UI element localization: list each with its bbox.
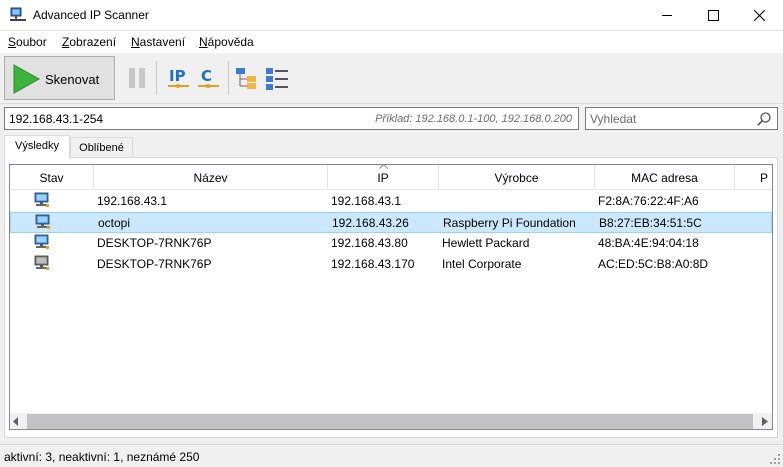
table-row[interactable]: DESKTOP-7RNK76P 192.168.43.80 Hewlett Pack…	[10, 233, 772, 254]
results-list[interactable]: Stav Název IP Výrobce MAC adresa P 192.1…	[9, 164, 773, 430]
table-row[interactable]: octopi 192.168.43.26 Raspberry Pi Foundati…	[10, 212, 772, 233]
tab-favorites[interactable]: Oblíbené	[70, 137, 133, 158]
cell-ip: 192.168.43.170	[331, 257, 415, 271]
expand-tree-button[interactable]	[235, 65, 259, 91]
cell-vendor: Raspberry Pi Foundation	[443, 216, 576, 230]
menu-bar: Soubor Zobrazení Nastavení Nápověda	[0, 31, 783, 53]
ip-range-value: 192.168.43.1-254	[9, 112, 104, 126]
maximize-icon	[708, 10, 719, 21]
resize-grip-icon[interactable]	[769, 453, 781, 465]
scroll-thumb[interactable]	[27, 414, 753, 429]
ip-range-input[interactable]: 192.168.43.1-254 Příklad: 192.168.0.1-10…	[4, 107, 579, 130]
computer-offline-icon	[34, 255, 49, 270]
computer-online-icon	[35, 214, 50, 229]
column-mac[interactable]: MAC adresa	[595, 165, 735, 190]
ip-icon: IP	[168, 67, 189, 88]
ip-range-hint: Příklad: 192.168.0.1-100, 192.168.0.200	[375, 113, 572, 125]
scan-button[interactable]: Skenovat	[4, 56, 115, 100]
expand-tree-icon	[236, 68, 256, 89]
cell-name: DESKTOP-7RNK76P	[97, 236, 212, 250]
cell-mac: F2:8A:76:22:4F:A6	[598, 194, 699, 208]
minimize-icon	[662, 15, 672, 16]
column-name[interactable]: Název	[94, 165, 328, 190]
cell-ip: 192.168.43.26	[332, 216, 409, 230]
c-icon: C	[198, 67, 219, 88]
menu-zobrazeni[interactable]: Zobrazení	[62, 35, 116, 49]
minimize-button[interactable]	[645, 0, 691, 30]
cell-mac: 48:BA:4E:94:04:18	[598, 236, 699, 250]
close-button[interactable]	[737, 0, 783, 30]
menu-soubor[interactable]: Soubor	[8, 35, 47, 49]
search-placeholder: Vyhledat	[590, 112, 637, 126]
menu-nastaveni[interactable]: Nastavení	[131, 35, 185, 49]
toolbar-separator	[228, 61, 229, 95]
scan-button-label: Skenovat	[45, 72, 100, 87]
menu-napoveda[interactable]: Nápověda	[199, 35, 254, 49]
app-icon	[10, 7, 26, 21]
toolbar-separator	[156, 61, 157, 95]
column-ip[interactable]: IP	[328, 165, 439, 190]
computer-online-icon	[34, 234, 49, 249]
column-status[interactable]: Stav	[10, 165, 94, 190]
computer-online-icon	[34, 192, 49, 207]
collapse-list-button[interactable]	[265, 65, 289, 91]
cell-name: 192.168.43.1	[97, 194, 168, 208]
pause-icon[interactable]	[128, 67, 146, 89]
cell-ip: 192.168.43.1	[331, 194, 402, 208]
window-title: Advanced IP Scanner	[33, 8, 149, 22]
cell-name: DESKTOP-7RNK76P	[97, 257, 212, 271]
horizontal-scrollbar[interactable]	[10, 413, 772, 429]
column-header: Stav Název IP Výrobce MAC adresa P	[10, 165, 772, 190]
toolbar: Skenovat IP IP C C	[0, 53, 783, 104]
collapse-list-icon	[266, 68, 288, 90]
status-bar: aktivní: 3, neaktivní: 1, neznámé 250	[0, 444, 783, 467]
cell-vendor: Hewlett Packard	[442, 236, 530, 250]
status-text: aktivní: 3, neaktivní: 1, neznámé 250	[4, 450, 200, 464]
table-row[interactable]: DESKTOP-7RNK76P 192.168.43.170 Intel Corpo…	[10, 254, 772, 275]
table-row[interactable]: 192.168.43.1 192.168.43.1 F2:8A:76:22:4F:A…	[10, 191, 772, 212]
play-icon	[13, 64, 41, 94]
search-input[interactable]: Vyhledat	[585, 107, 778, 130]
cell-name: octopi	[98, 216, 131, 230]
title-bar[interactable]: Advanced IP Scanner	[0, 0, 783, 31]
ip-button[interactable]: IP IP	[167, 65, 191, 91]
cell-ip: 192.168.43.80	[331, 236, 408, 250]
scroll-right-icon[interactable]	[762, 417, 768, 426]
column-vendor[interactable]: Výrobce	[439, 165, 595, 190]
search-icon[interactable]	[757, 112, 771, 126]
maximize-button[interactable]	[691, 0, 737, 30]
results-panel: Stav Název IP Výrobce MAC adresa P 192.1…	[4, 157, 778, 438]
svg-text:C: C	[201, 67, 212, 85]
scroll-left-icon[interactable]	[13, 417, 19, 426]
address-row: 192.168.43.1-254 Příklad: 192.168.0.1-10…	[0, 104, 783, 134]
close-icon	[754, 10, 765, 21]
cell-mac: B8:27:EB:34:51:5C	[599, 216, 702, 230]
tab-results[interactable]: Výsledky	[4, 135, 70, 159]
c-button[interactable]: C C	[197, 65, 221, 91]
column-port[interactable]: P	[735, 165, 772, 190]
svg-text:IP: IP	[169, 67, 186, 85]
cell-vendor: Intel Corporate	[442, 257, 522, 271]
sort-ascending-icon	[379, 165, 388, 169]
cell-mac: AC:ED:5C:B8:A0:8D	[598, 257, 709, 271]
column-ip-label: IP	[377, 171, 389, 185]
